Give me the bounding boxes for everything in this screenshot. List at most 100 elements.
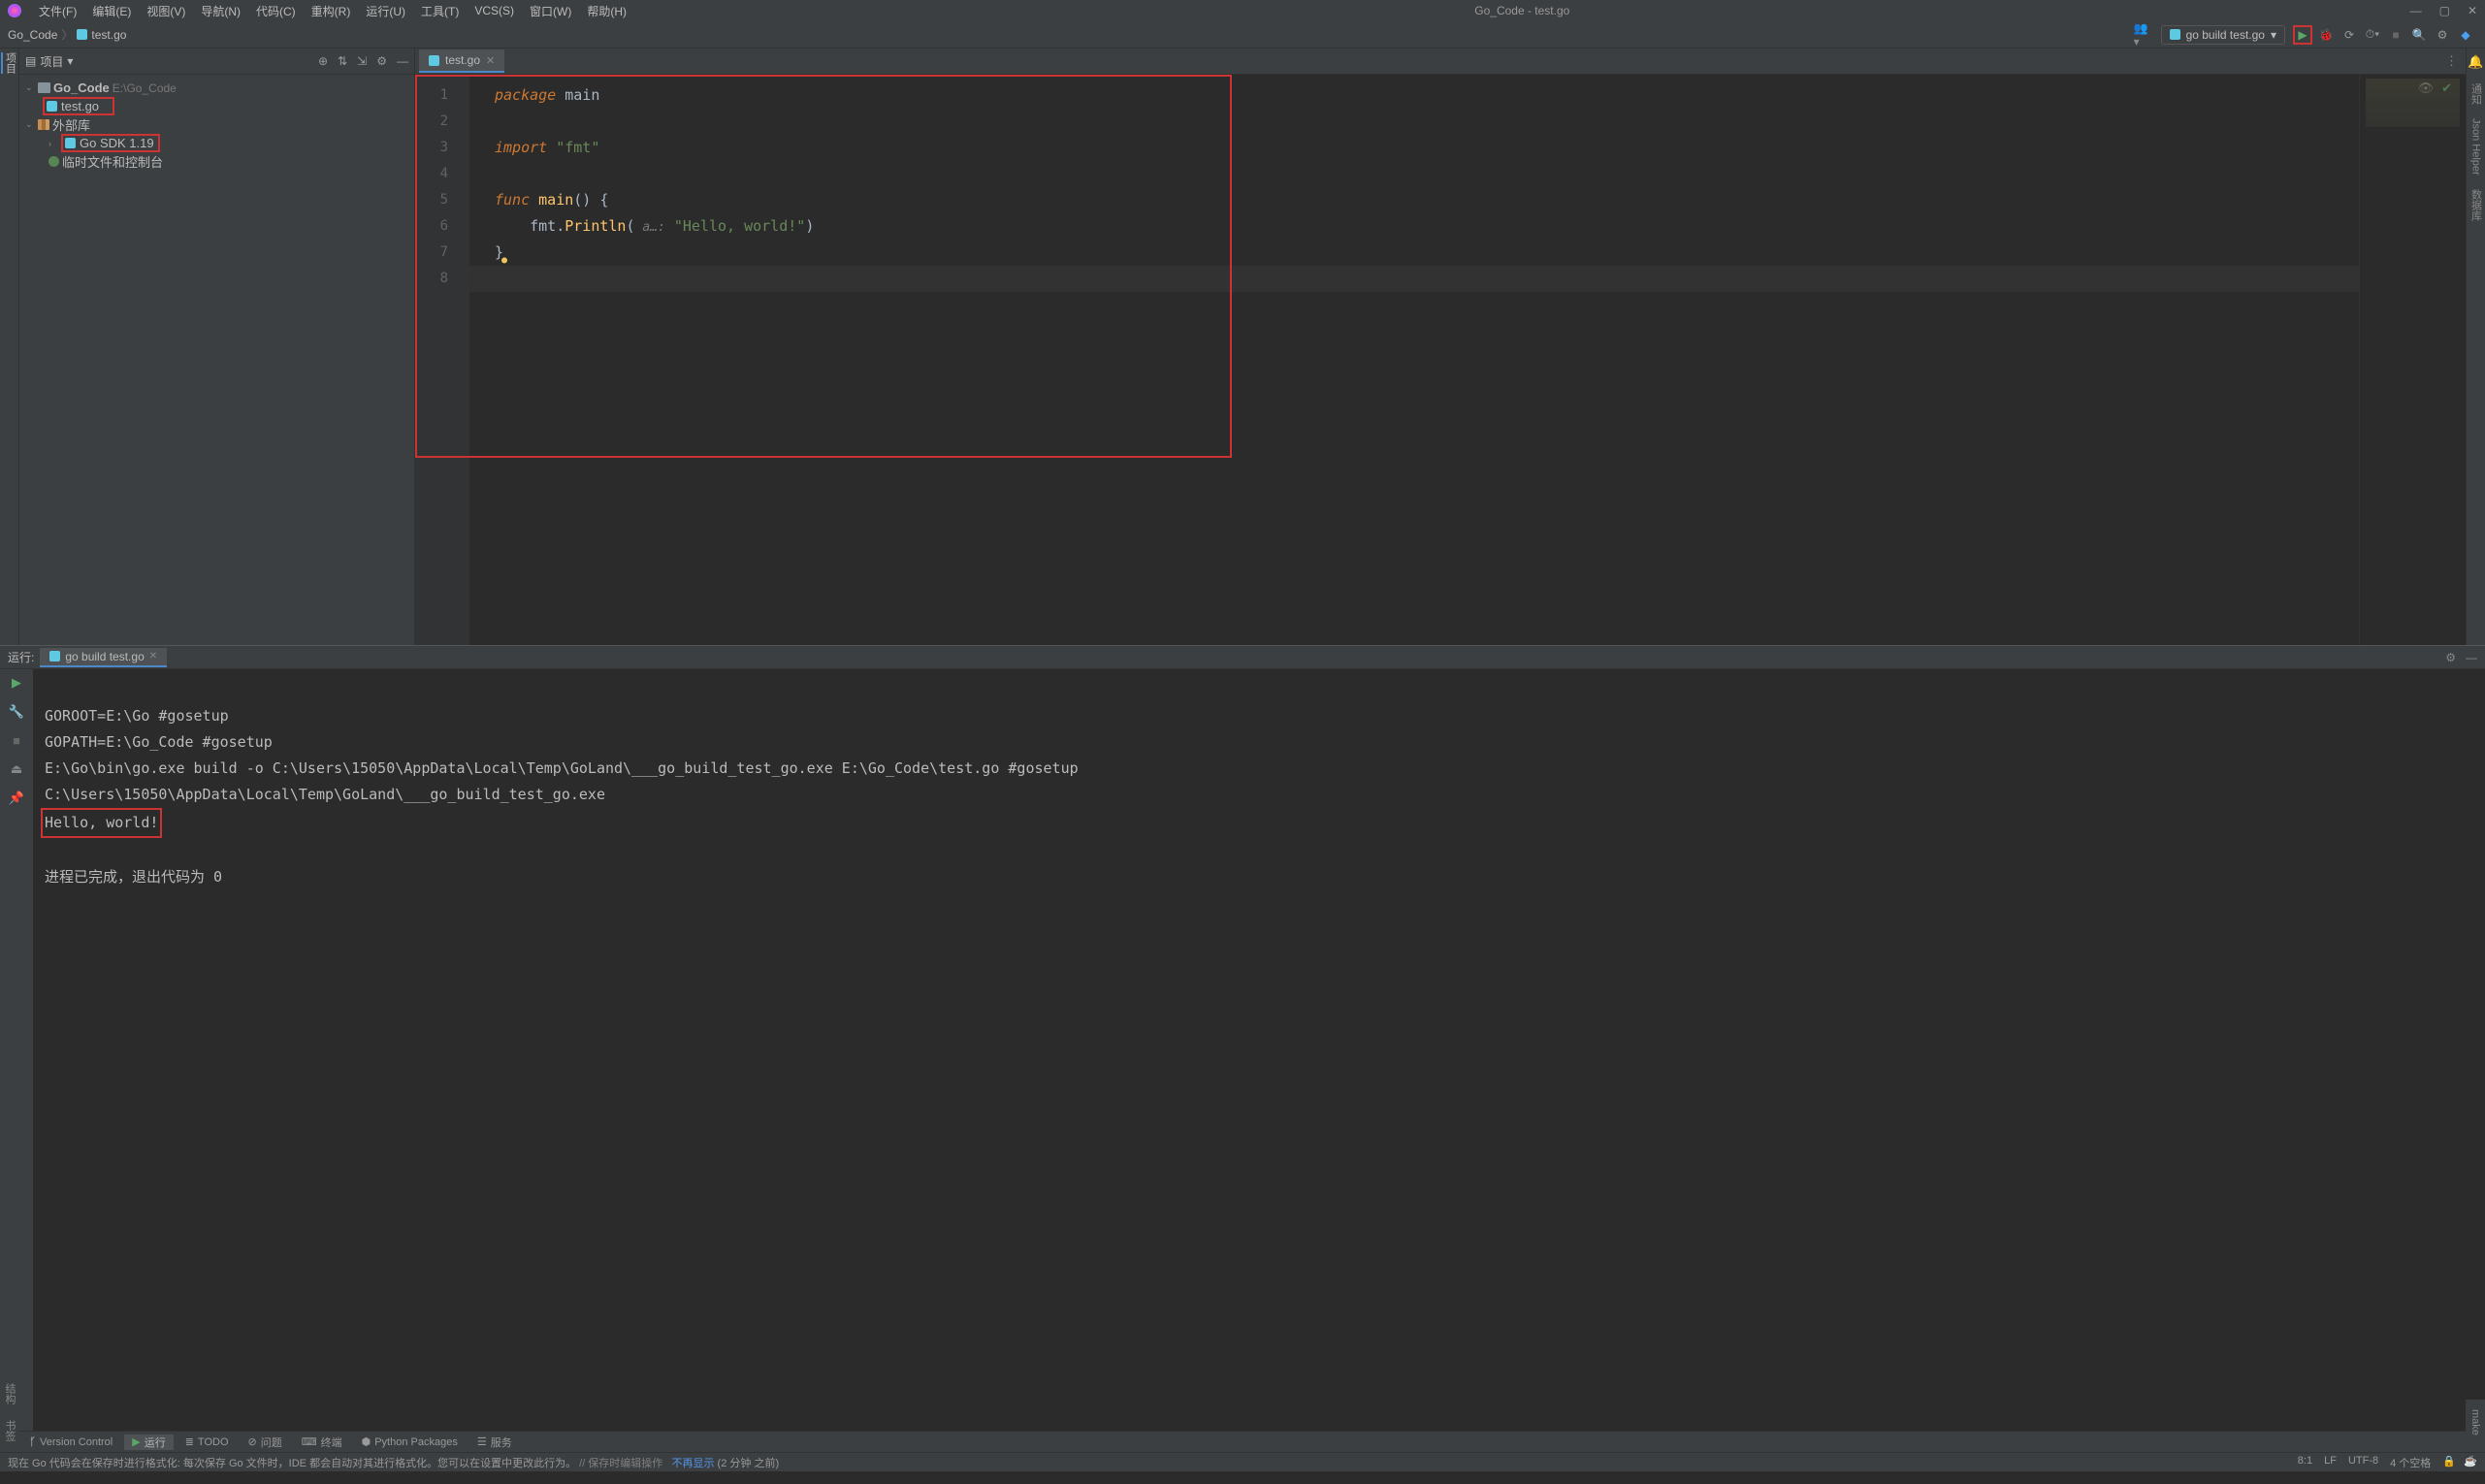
go-sdk-icon xyxy=(65,138,76,148)
menu-window[interactable]: 窗口(W) xyxy=(522,3,579,19)
chevron-down-icon: ▾ xyxy=(2271,28,2276,42)
rerun-icon[interactable]: ▶ xyxy=(12,675,21,691)
tree-go-sdk[interactable]: › Go SDK 1.19 xyxy=(19,134,414,152)
run-panel: 运行: go build test.go ✕ ⚙ — ▶ 🔧 ■ ⏏ 📌 GOR… xyxy=(0,645,2485,1431)
tab-services[interactable]: ☰服务 xyxy=(469,1435,520,1450)
run-panel-header: 运行: go build test.go ✕ ⚙ — xyxy=(0,646,2485,669)
hide-sidebar-icon[interactable]: — xyxy=(397,54,408,68)
lock-icon[interactable]: 🔒 xyxy=(2442,1455,2452,1470)
debug-button[interactable]: 🐞 xyxy=(2316,25,2336,45)
tab-run[interactable]: ▶运行 xyxy=(124,1435,173,1450)
structure-tool-tab[interactable]: 结构 xyxy=(2,1383,17,1404)
go-file-icon xyxy=(47,101,57,112)
panel-settings-icon[interactable]: ⚙ xyxy=(2445,651,2456,664)
run-button[interactable]: ▶ xyxy=(2293,25,2312,45)
run-panel-toolbar: ▶ 🔧 ■ ⏏ 📌 xyxy=(0,669,33,1431)
status-line-ending[interactable]: LF xyxy=(2324,1455,2337,1470)
run-output[interactable]: GOROOT=E:\Go #gosetup GOPATH=E:\Go_Code … xyxy=(33,669,2485,1431)
code-area[interactable]: package main import "fmt" func main() { … xyxy=(469,75,2359,645)
chevron-down-icon[interactable]: ▾ xyxy=(67,54,73,68)
menu-navigate[interactable]: 导航(N) xyxy=(193,3,248,19)
tab-version-control[interactable]: ᚶVersion Control xyxy=(21,1436,120,1448)
navbar: Go_Code 〉 test.go 👥▾ go build test.go ▾ … xyxy=(0,21,2485,48)
menu-view[interactable]: 视图(V) xyxy=(139,3,193,19)
breadcrumb-root[interactable]: Go_Code xyxy=(8,28,57,42)
expand-arrow-icon[interactable]: ⌄ xyxy=(25,82,35,93)
status-action-link[interactable]: 不再显示 xyxy=(671,1458,714,1469)
menu-edit[interactable]: 编辑(E) xyxy=(84,3,139,19)
tab-problems[interactable]: ⊘问题 xyxy=(241,1435,290,1450)
tree-project-root[interactable]: ⌄ Go_Code E:\Go_Code xyxy=(19,79,414,97)
expand-all-icon[interactable]: ⇅ xyxy=(338,54,347,68)
tree-scratches[interactable]: 临时文件和控制台 xyxy=(19,152,414,171)
tab-terminal[interactable]: ⌨终端 xyxy=(294,1435,350,1450)
library-icon xyxy=(38,119,49,130)
main-area: 项目 ▤ 项目 ▾ ⊕ ⇅ ⇲ ⚙ — ⌄ Go_Code E:\Go_Code xyxy=(0,48,2485,645)
editor-body[interactable]: 1 2 3 4 5 6 7 8 package main import "fmt… xyxy=(415,75,2466,645)
run-panel-tab[interactable]: go build test.go ✕ xyxy=(40,648,167,667)
go-file-icon xyxy=(77,29,87,40)
stop-icon[interactable]: ■ xyxy=(13,733,20,748)
menu-vcs[interactable]: VCS(S) xyxy=(467,4,522,17)
wrench-icon[interactable]: 🔧 xyxy=(9,704,24,720)
json-helper-tab[interactable]: Json Helper xyxy=(2470,118,2482,176)
right-rail-bottom: make xyxy=(2466,1400,2485,1445)
ide-badge-icon[interactable]: ◆ xyxy=(2456,25,2475,45)
notifications-tab[interactable]: 通知 xyxy=(2469,83,2484,105)
menu-help[interactable]: 帮助(H) xyxy=(579,3,634,19)
menu-run[interactable]: 运行(U) xyxy=(358,3,413,19)
coverage-button[interactable]: ⟳ xyxy=(2340,25,2359,45)
maximize-button[interactable]: ▢ xyxy=(2439,4,2450,17)
editor-tab-testgo[interactable]: test.go ✕ xyxy=(419,49,504,73)
expand-arrow-icon[interactable]: ⌄ xyxy=(25,119,35,130)
menu-file[interactable]: 文件(F) xyxy=(31,3,84,19)
collapse-all-icon[interactable]: ⇲ xyxy=(357,54,367,68)
bookmarks-tool-tab[interactable]: 书签 xyxy=(2,1420,17,1441)
search-button[interactable]: 🔍 xyxy=(2409,25,2429,45)
close-button[interactable]: ✕ xyxy=(2468,4,2477,17)
menu-tools[interactable]: 工具(T) xyxy=(413,3,467,19)
editor-tabs-more-icon[interactable]: ⋮ xyxy=(2445,53,2466,69)
tab-todo[interactable]: ≣TODO xyxy=(178,1436,237,1448)
stop-button[interactable]: ■ xyxy=(2386,25,2405,45)
minimize-button[interactable]: — xyxy=(2410,4,2422,17)
settings-button[interactable]: ⚙ xyxy=(2433,25,2452,45)
status-caret-position[interactable]: 8:1 xyxy=(2298,1455,2312,1470)
close-tab-icon[interactable]: ✕ xyxy=(486,54,495,67)
make-tool-tab[interactable]: make xyxy=(2469,1405,2481,1439)
project-view-label[interactable]: 项目 xyxy=(40,53,63,70)
settings-icon[interactable]: ⚙ xyxy=(376,54,387,68)
intention-bulb-icon[interactable]: ● xyxy=(501,255,507,266)
editor-tabs: test.go ✕ ⋮ xyxy=(415,48,2466,75)
minimap-content xyxy=(2366,79,2460,127)
notifications-icon[interactable]: 🔔 xyxy=(2468,54,2483,70)
status-extra-icon[interactable]: ☕ xyxy=(2464,1455,2477,1470)
pin-icon[interactable]: 📌 xyxy=(9,790,24,806)
expand-arrow-icon[interactable]: › xyxy=(48,139,58,148)
database-tab[interactable]: 数据库 xyxy=(2469,189,2484,221)
project-sidebar: ▤ 项目 ▾ ⊕ ⇅ ⇲ ⚙ — ⌄ Go_Code E:\Go_Code te xyxy=(19,48,415,645)
tab-python-packages[interactable]: ⬢Python Packages xyxy=(354,1436,466,1448)
ide-logo-icon xyxy=(8,4,21,17)
status-indent[interactable]: 4 个空格 xyxy=(2390,1455,2431,1470)
editor-minimap[interactable] xyxy=(2359,75,2466,645)
exit-icon[interactable]: ⏏ xyxy=(11,761,22,777)
left-tool-rail: 项目 xyxy=(0,48,19,645)
menu-refactor[interactable]: 重构(R) xyxy=(304,3,359,19)
project-tool-tab[interactable]: 项目 xyxy=(1,52,18,74)
tree-external-libs[interactable]: ⌄ 外部库 xyxy=(19,115,414,134)
project-tree: ⌄ Go_Code E:\Go_Code test.go ⌄ 外部库 › xyxy=(19,75,414,175)
users-dropdown-icon[interactable]: 👥▾ xyxy=(2134,25,2153,45)
tree-file-testgo[interactable]: test.go xyxy=(19,97,414,115)
status-encoding[interactable]: UTF-8 xyxy=(2348,1455,2378,1470)
status-message: 现在 Go 代码会在保存时进行格式化: 每次保存 Go 文件时，IDE 都会自动… xyxy=(8,1455,2292,1470)
panel-hide-icon[interactable]: — xyxy=(2466,651,2477,664)
select-opened-file-icon[interactable]: ⊕ xyxy=(318,54,328,68)
run-config-dropdown[interactable]: go build test.go ▾ xyxy=(2161,25,2285,45)
close-icon[interactable]: ✕ xyxy=(149,651,157,661)
breadcrumb-file[interactable]: test.go xyxy=(77,28,126,42)
left-tool-rail-bottom: 结构 书签 xyxy=(0,1383,19,1449)
profile-button[interactable]: ⏱▾ xyxy=(2363,25,2382,45)
menu-code[interactable]: 代码(C) xyxy=(248,3,304,19)
editor-gutter: 1 2 3 4 5 6 7 8 xyxy=(415,75,469,645)
